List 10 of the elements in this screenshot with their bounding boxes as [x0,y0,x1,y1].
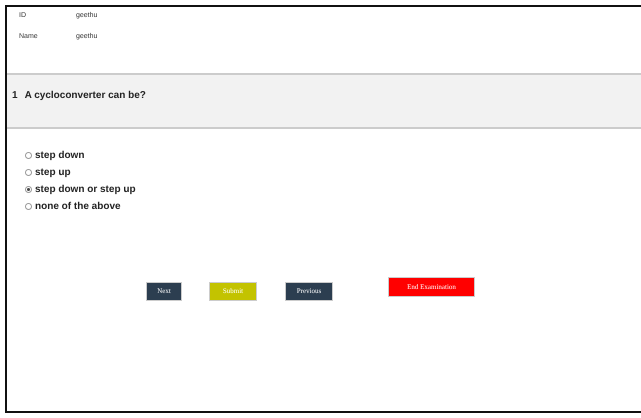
question-number: 1 [12,90,18,101]
radio-button[interactable] [25,186,32,193]
option-label: step down [35,149,84,163]
question-text: A cycloconverter can be? [24,90,146,101]
radio-button[interactable] [25,152,32,159]
option-label: none of the above [35,200,121,214]
option-label: step up [35,166,71,180]
radio-button[interactable] [25,169,32,176]
radio-button[interactable] [25,203,32,210]
option-label: step down or step up [35,183,136,197]
